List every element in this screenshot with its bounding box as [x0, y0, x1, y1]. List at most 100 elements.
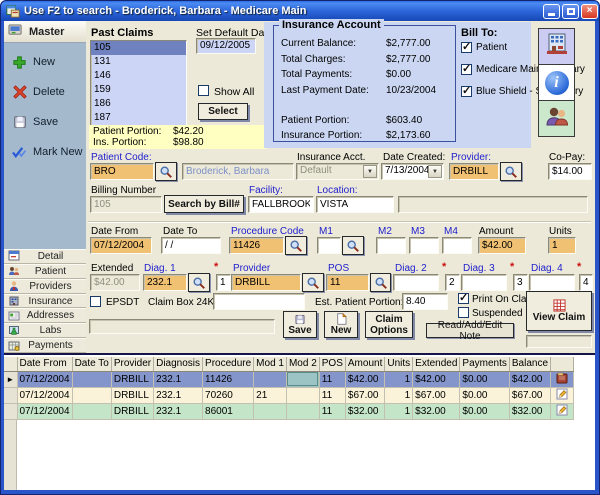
patient-code-search-button[interactable] — [155, 162, 177, 181]
cell-mod-2[interactable] — [286, 387, 319, 403]
row-selector[interactable] — [4, 387, 17, 403]
sidebar-item-labs[interactable]: Labs — [4, 323, 86, 338]
column-header-diagnosis[interactable]: Diagnosis — [154, 357, 203, 371]
patient-code-field[interactable] — [90, 163, 154, 180]
m2-field[interactable] — [376, 237, 406, 254]
cell-mod-1[interactable] — [254, 371, 287, 387]
column-header-units[interactable]: Units — [385, 357, 413, 371]
cell-payments[interactable]: $0.00 — [460, 371, 509, 387]
maximize-button[interactable] — [562, 4, 579, 19]
cell-diagnosis[interactable]: 232.1 — [154, 387, 203, 403]
facility-button[interactable] — [538, 28, 575, 65]
minimize-button[interactable] — [543, 4, 560, 19]
cell-pos[interactable]: 11 — [319, 387, 345, 403]
table-row[interactable]: 07/12/2004DRBILL232.1702602111$67.001$67… — [4, 387, 574, 403]
bill-to-checkbox[interactable] — [461, 42, 472, 53]
m1-field[interactable] — [317, 237, 341, 254]
pos-field[interactable] — [326, 274, 369, 291]
column-header-provider[interactable]: Provider — [111, 357, 153, 371]
claims-grid[interactable]: Date FromDate ToProviderDiagnosisProcedu… — [4, 357, 574, 420]
info-button[interactable]: i — [538, 64, 575, 101]
est-patient-portion-field[interactable] — [402, 293, 448, 310]
title-bar[interactable]: Use F2 to search - Broderick, Barbara - … — [1, 1, 600, 21]
sidebar-action-save[interactable]: Save — [11, 111, 86, 133]
cell-date-from[interactable]: 07/12/2004 — [17, 403, 72, 419]
cell-balance[interactable]: $42.00 — [509, 371, 550, 387]
column-header-payments[interactable]: Payments — [460, 357, 509, 371]
cell-balance[interactable]: $67.00 — [509, 387, 550, 403]
copay-field[interactable] — [548, 163, 592, 180]
sidebar-item-providers[interactable]: Providers — [4, 279, 86, 294]
claim-box-field[interactable] — [213, 293, 305, 310]
claim-options-button[interactable]: Claim Options — [365, 311, 413, 338]
cell-units[interactable]: 1 — [385, 403, 413, 419]
cell-diagnosis[interactable]: 232.1 — [154, 403, 203, 419]
cell-provider[interactable]: DRBILL — [111, 403, 153, 419]
column-header-mod-2[interactable]: Mod 2 — [286, 357, 319, 371]
dropdown-arrow-icon[interactable]: ▼ — [428, 165, 442, 178]
sidebar-item-patient[interactable]: Patient — [4, 264, 86, 279]
search-by-bill-button[interactable]: Search by Bill# — [164, 195, 244, 213]
show-all-checkbox[interactable] — [198, 85, 209, 96]
cell-mod-1[interactable]: 21 — [254, 387, 287, 403]
cell-balance[interactable]: $32.00 — [509, 403, 550, 419]
row-selector[interactable] — [4, 403, 17, 419]
facility-field[interactable] — [248, 196, 314, 213]
cell-date-from[interactable]: 07/12/2004 — [17, 387, 72, 403]
diag3-num-field[interactable] — [513, 274, 528, 291]
cell-payments[interactable]: $0.00 — [460, 387, 509, 403]
cell-units[interactable]: 1 — [385, 387, 413, 403]
suspended-checkbox[interactable] — [458, 307, 469, 318]
patients-button[interactable] — [538, 100, 575, 137]
past-claim-item[interactable]: 159 — [91, 83, 186, 97]
sidebar-item-detail[interactable]: Detail — [4, 249, 86, 264]
date-created-combo[interactable]: 7/13/2004▼ — [381, 163, 444, 180]
cell-extended[interactable]: $67.00 — [413, 387, 460, 403]
sidebar-item-addresses[interactable]: Addresses — [4, 308, 86, 323]
cell-amount[interactable]: $32.00 — [345, 403, 384, 419]
procedure-search-button[interactable] — [285, 236, 307, 255]
date-from-field[interactable] — [90, 237, 152, 254]
column-header-date-from[interactable]: Date From — [17, 357, 72, 371]
sidebar-master-button[interactable]: Master — [4, 21, 86, 43]
diag4-field[interactable] — [529, 274, 575, 291]
cell-date-to[interactable] — [72, 387, 111, 403]
cell-procedure[interactable]: 86001 — [203, 403, 254, 419]
cell-date-to[interactable] — [72, 371, 111, 387]
bill-to-checkbox[interactable] — [461, 86, 472, 97]
edit-icon[interactable] — [551, 403, 574, 419]
cell-procedure[interactable]: 11426 — [203, 371, 254, 387]
m1-search-button[interactable] — [342, 236, 364, 255]
line-provider-field[interactable] — [231, 274, 301, 291]
new-claim-button[interactable]: New — [324, 311, 358, 338]
table-row[interactable]: ►07/12/2004DRBILL232.11142611$42.001$42.… — [4, 371, 574, 387]
past-claim-item[interactable]: 105 — [91, 41, 186, 55]
past-claim-item[interactable]: 131 — [91, 55, 186, 69]
editing-cell[interactable] — [286, 371, 319, 387]
diag2-num-field[interactable] — [445, 274, 460, 291]
edit-icon[interactable] — [551, 387, 574, 403]
cell-payments[interactable]: $0.00 — [460, 403, 509, 419]
cell-procedure[interactable]: 70260 — [203, 387, 254, 403]
units-field[interactable] — [548, 237, 576, 254]
m3-field[interactable] — [409, 237, 439, 254]
cell-diagnosis[interactable]: 232.1 — [154, 371, 203, 387]
cell-date-from[interactable]: 07/12/2004 — [17, 371, 72, 387]
cell-mod-2[interactable] — [286, 403, 319, 419]
column-header-pos[interactable]: POS — [319, 357, 345, 371]
diag1-field[interactable] — [143, 274, 187, 291]
past-claim-item[interactable]: 146 — [91, 69, 186, 83]
cell-units[interactable]: 1 — [385, 371, 413, 387]
provider-field[interactable] — [449, 163, 499, 180]
cell-provider[interactable]: DRBILL — [111, 387, 153, 403]
pos-search-button[interactable] — [370, 273, 391, 292]
past-claims-listbox[interactable]: 105131146159186187 — [90, 40, 187, 127]
print-on-claim-checkbox[interactable] — [458, 293, 469, 304]
read-add-edit-note-button[interactable]: Read/Add/Edit Note — [426, 323, 514, 338]
line-provider-search-button[interactable] — [302, 273, 324, 292]
column-header-amount[interactable]: Amount — [345, 357, 384, 371]
cell-date-to[interactable] — [72, 403, 111, 419]
cell-provider[interactable]: DRBILL — [111, 371, 153, 387]
sidebar-action-mark-new[interactable]: Mark New — [11, 141, 86, 163]
close-button[interactable]: × — [581, 4, 598, 19]
